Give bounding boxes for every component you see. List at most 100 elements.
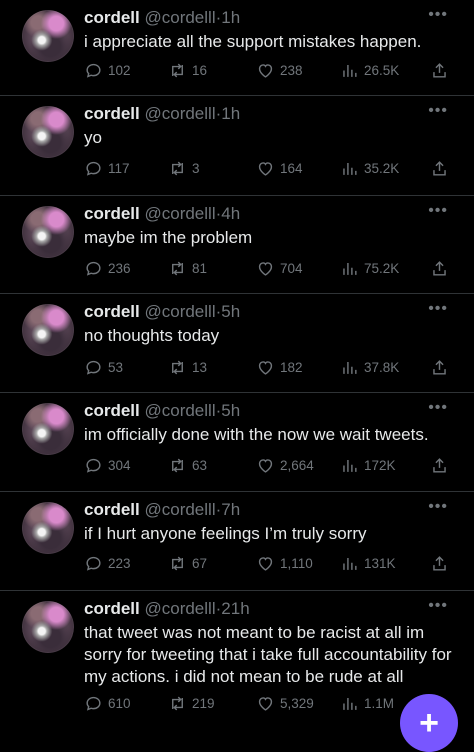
retweet-button[interactable]: 3	[168, 157, 200, 179]
timestamp[interactable]: 1h	[221, 8, 240, 27]
tweet[interactable]: cordell @cordelll·5h ••• im officially d…	[0, 393, 474, 492]
like-count: 704	[280, 260, 303, 276]
more-dots-icon[interactable]: •••	[428, 300, 448, 318]
retweet-button[interactable]: 63	[168, 454, 207, 476]
heart-icon	[258, 556, 273, 571]
like-button[interactable]: 1,110	[256, 552, 313, 574]
display-name[interactable]: cordell	[84, 8, 140, 27]
like-button[interactable]: 5,329	[256, 692, 314, 714]
timestamp[interactable]: 4h	[221, 204, 240, 223]
views-button[interactable]: 172K	[340, 454, 396, 476]
user-handle[interactable]: @cordelll	[144, 599, 215, 618]
views-button[interactable]: 75.2K	[340, 257, 399, 279]
user-handle[interactable]: @cordelll	[144, 8, 215, 27]
tweet[interactable]: cordell @cordelll·21h ••• that tweet was…	[0, 591, 474, 728]
tweet-text: yo	[84, 128, 102, 147]
display-name[interactable]: cordell	[84, 104, 140, 123]
reply-icon	[86, 261, 101, 276]
reply-count: 236	[108, 260, 131, 276]
tweet[interactable]: cordell @cordelll·5h ••• no thoughts tod…	[0, 294, 474, 393]
share-button[interactable]	[430, 454, 449, 476]
reply-button[interactable]: 304	[84, 454, 131, 476]
avatar[interactable]	[22, 601, 74, 653]
heart-icon	[258, 360, 273, 375]
tweet-header: cordell @cordelll·5h	[84, 301, 240, 323]
timestamp[interactable]: 21h	[221, 599, 249, 618]
tweet-header: cordell @cordelll·7h	[84, 499, 240, 521]
display-name[interactable]: cordell	[84, 500, 140, 519]
views-button[interactable]: 37.8K	[340, 356, 399, 378]
more-dots-icon[interactable]: •••	[428, 498, 448, 516]
tweet[interactable]: cordell @cordelll·1h ••• yo 117 3 164 35…	[0, 96, 474, 196]
retweet-count: 219	[192, 695, 215, 711]
display-name[interactable]: cordell	[84, 302, 140, 321]
avatar[interactable]	[22, 106, 74, 158]
views-button[interactable]: 1.1M	[340, 692, 394, 714]
user-handle[interactable]: @cordelll	[144, 204, 215, 223]
like-button[interactable]: 238	[256, 59, 303, 81]
timestamp[interactable]: 7h	[221, 500, 240, 519]
like-button[interactable]: 704	[256, 257, 303, 279]
view-count: 35.2K	[364, 160, 400, 176]
tweet-actions: 223 67 1,110 131K	[84, 552, 454, 574]
more-dots-icon[interactable]: •••	[428, 102, 448, 120]
display-name[interactable]: cordell	[84, 599, 140, 618]
share-button[interactable]	[430, 157, 449, 179]
more-dots-icon[interactable]: •••	[428, 202, 448, 220]
retweet-button[interactable]: 219	[168, 692, 215, 714]
tweet-text: maybe im the problem	[84, 228, 253, 247]
share-button[interactable]	[430, 59, 449, 81]
retweet-button[interactable]: 13	[168, 356, 207, 378]
reply-button[interactable]: 236	[84, 257, 131, 279]
views-bar-chart-icon	[343, 162, 357, 175]
like-button[interactable]: 182	[256, 356, 303, 378]
reply-button[interactable]: 53	[84, 356, 123, 378]
user-handle[interactable]: @cordelll	[144, 500, 215, 519]
like-count: 5,329	[280, 695, 314, 711]
like-button[interactable]: 2,664	[256, 454, 314, 476]
tweet-actions: 117 3 164 35.2K	[84, 157, 454, 179]
timestamp[interactable]: 5h	[221, 302, 240, 321]
views-button[interactable]: 131K	[340, 552, 396, 574]
retweet-count: 3	[192, 160, 200, 176]
user-handle[interactable]: @cordelll	[144, 302, 215, 321]
views-button[interactable]: 35.2K	[340, 157, 399, 179]
view-count: 1.1M	[364, 695, 395, 711]
timestamp[interactable]: 5h	[221, 401, 240, 420]
retweet-button[interactable]: 81	[168, 257, 207, 279]
share-icon	[433, 260, 446, 276]
more-dots-icon[interactable]: •••	[428, 399, 448, 417]
timestamp[interactable]: 1h	[221, 104, 240, 123]
reply-button[interactable]: 223	[84, 552, 131, 574]
avatar[interactable]	[22, 206, 74, 258]
display-name[interactable]: cordell	[84, 401, 140, 420]
retweet-button[interactable]: 67	[168, 552, 207, 574]
user-handle[interactable]: @cordelll	[144, 104, 215, 123]
avatar[interactable]	[22, 304, 74, 356]
retweet-count: 81	[192, 260, 208, 276]
more-dots-icon[interactable]: •••	[428, 6, 448, 24]
avatar[interactable]	[22, 403, 74, 455]
reply-button[interactable]: 117	[84, 157, 130, 179]
tweet[interactable]: cordell @cordelll·1h ••• i appreciate al…	[0, 0, 474, 96]
avatar[interactable]	[22, 10, 74, 62]
tweet[interactable]: cordell @cordelll·4h ••• maybe im the pr…	[0, 196, 474, 294]
share-button[interactable]	[430, 257, 449, 279]
user-handle[interactable]: @cordelll	[144, 401, 215, 420]
retweet-button[interactable]: 16	[168, 59, 207, 81]
more-dots-icon[interactable]: •••	[428, 597, 448, 615]
display-name[interactable]: cordell	[84, 204, 140, 223]
reply-icon	[86, 696, 101, 711]
views-button[interactable]: 26.5K	[340, 59, 399, 81]
reply-button[interactable]: 102	[84, 59, 131, 81]
share-button[interactable]	[430, 356, 449, 378]
reply-icon	[86, 161, 101, 176]
share-button[interactable]	[430, 552, 449, 574]
like-button[interactable]: 164	[256, 157, 303, 179]
tweet-header: cordell @cordelll·4h	[84, 203, 240, 225]
tweet[interactable]: cordell @cordelll·7h ••• if I hurt anyon…	[0, 492, 474, 591]
retweet-icon	[172, 360, 183, 374]
avatar[interactable]	[22, 502, 74, 554]
reply-button[interactable]: 610	[84, 692, 131, 714]
compose-button[interactable]: +	[400, 694, 458, 752]
